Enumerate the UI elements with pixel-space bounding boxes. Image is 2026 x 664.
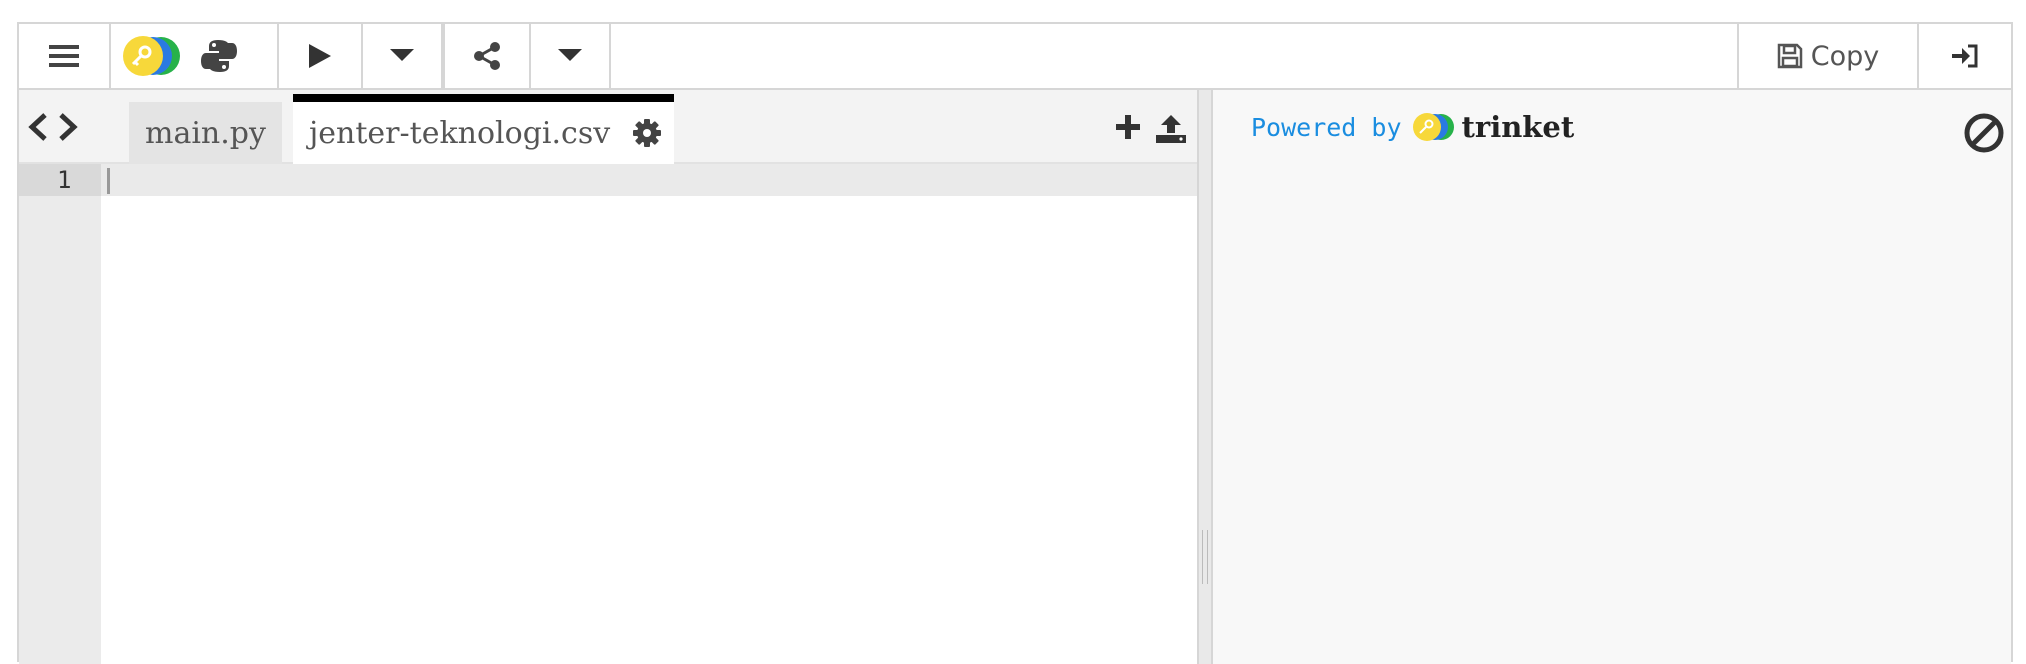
line-number: 1 bbox=[19, 164, 101, 196]
trinket-brand: trinket bbox=[1461, 110, 1575, 144]
toolbar: Copy bbox=[19, 24, 2011, 90]
caret-down-icon bbox=[558, 49, 582, 61]
login-button[interactable] bbox=[1919, 24, 2011, 88]
menu-button[interactable] bbox=[19, 24, 111, 88]
tab-label: main.py bbox=[145, 115, 266, 151]
gear-icon[interactable] bbox=[632, 118, 662, 148]
floppy-disk-icon bbox=[1777, 43, 1802, 69]
text-cursor bbox=[107, 168, 110, 194]
pane-splitter[interactable] bbox=[1197, 90, 1213, 664]
file-tab-bar: main.py jenter-teknologi.csv bbox=[19, 90, 1197, 164]
python-icon bbox=[201, 40, 237, 72]
tab-main-py[interactable]: main.py bbox=[129, 102, 282, 164]
plus-icon[interactable] bbox=[1115, 114, 1141, 140]
tab-jenter-teknologi-csv[interactable]: jenter-teknologi.csv bbox=[293, 94, 675, 164]
powered-by-label: Powered by bbox=[1251, 112, 1402, 142]
powered-by-trinket[interactable]: Powered by trinket bbox=[1251, 110, 1574, 144]
splitter-grip[interactable] bbox=[1202, 530, 1208, 584]
hamburger-menu-icon bbox=[49, 45, 79, 67]
output-pane: Powered by trinket bbox=[1213, 90, 2011, 664]
clear-output-button[interactable] bbox=[1963, 112, 2005, 158]
trinket-logo-icon bbox=[123, 36, 180, 76]
caret-down-icon bbox=[390, 49, 414, 61]
tab-label: jenter-teknologi.csv bbox=[309, 115, 611, 151]
ban-icon bbox=[1964, 113, 2004, 153]
run-button[interactable] bbox=[279, 24, 363, 88]
line-gutter: 1 bbox=[19, 164, 101, 664]
share-icon bbox=[474, 42, 500, 70]
copy-button[interactable]: Copy bbox=[1737, 24, 1919, 88]
upload-icon[interactable] bbox=[1155, 114, 1187, 144]
share-options-dropdown[interactable] bbox=[531, 24, 611, 88]
play-icon bbox=[309, 44, 331, 68]
share-button[interactable] bbox=[445, 24, 531, 88]
chevron-left-icon bbox=[28, 113, 47, 141]
trinket-embed: Copy main.py jenter-teknologi.csv 1 Powe… bbox=[17, 22, 2013, 664]
file-actions bbox=[1115, 114, 1187, 144]
logo-button[interactable] bbox=[111, 24, 279, 88]
chevron-right-icon bbox=[59, 113, 78, 141]
trinket-logo-icon bbox=[1412, 113, 1454, 141]
copy-label: Copy bbox=[1810, 40, 1880, 72]
sign-in-icon bbox=[1952, 44, 1978, 68]
run-options-dropdown[interactable] bbox=[363, 24, 445, 88]
code-editor-pane: main.py jenter-teknologi.csv 1 bbox=[19, 90, 1197, 664]
code-line-active[interactable] bbox=[101, 164, 1197, 196]
code-nav-toggle[interactable] bbox=[27, 112, 79, 142]
